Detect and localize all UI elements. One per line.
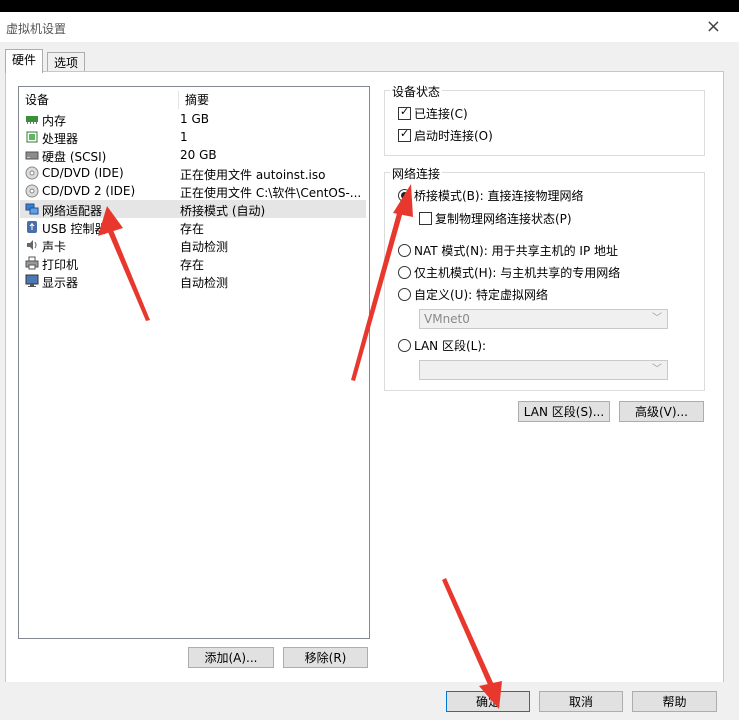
device-row-network-adapter[interactable]: 网络适配器 桥接模式 (自动) bbox=[20, 200, 366, 218]
device-summary: 自动检测 bbox=[180, 276, 229, 290]
display-icon bbox=[25, 274, 39, 287]
host-only-label[interactable]: 仅主机模式(H): 与主机共享的专用网络 bbox=[414, 264, 620, 281]
checkmark-icon: ✓ bbox=[400, 105, 410, 118]
device-row-cd-dvd[interactable]: CD/DVD (IDE) 正在使用文件 autoinst.iso bbox=[20, 164, 366, 182]
lan-segment-select[interactable]: ﹀ bbox=[419, 360, 668, 380]
screen-top-edge bbox=[0, 0, 739, 12]
device-row-cd-dvd-2[interactable]: CD/DVD 2 (IDE) 正在使用文件 C:\软件\CentOS-... bbox=[20, 182, 366, 200]
network-connection-group bbox=[384, 172, 705, 391]
device-name: CD/DVD 2 (IDE) bbox=[42, 184, 136, 198]
cancel-button[interactable]: 取消 bbox=[539, 691, 623, 712]
column-summary[interactable]: 摘要 bbox=[185, 91, 209, 108]
title-bar: 虚拟机设置 × bbox=[0, 12, 739, 42]
checkmark-icon: ✓ bbox=[400, 127, 410, 140]
lan-segment-radio[interactable] bbox=[398, 339, 411, 352]
column-device[interactable]: 设备 bbox=[25, 91, 49, 108]
network-adapter-icon bbox=[25, 203, 39, 215]
device-summary: 正在使用文件 autoinst.iso bbox=[180, 168, 326, 182]
printer-icon bbox=[25, 256, 39, 270]
device-row-processor[interactable]: 处理器 1 bbox=[20, 128, 366, 146]
add-device-button[interactable]: 添加(A)... bbox=[188, 647, 274, 668]
close-icon[interactable]: × bbox=[706, 16, 721, 37]
window-title: 虚拟机设置 bbox=[6, 22, 67, 36]
connect-at-power-on-label[interactable]: 启动时连接(O) bbox=[414, 127, 493, 144]
dialog-footer bbox=[0, 682, 739, 720]
device-name: 声卡 bbox=[42, 240, 67, 254]
device-summary: 正在使用文件 C:\软件\CentOS-... bbox=[180, 186, 362, 200]
usb-icon bbox=[27, 221, 37, 233]
harddisk-icon bbox=[25, 151, 39, 160]
ok-button[interactable]: 确定 bbox=[446, 691, 530, 712]
host-only-radio[interactable] bbox=[398, 266, 411, 279]
connected-label[interactable]: 已连接(C) bbox=[414, 105, 468, 122]
processor-icon bbox=[26, 131, 38, 143]
memory-icon bbox=[26, 116, 38, 124]
device-summary: 1 GB bbox=[180, 112, 209, 126]
radio-selected-dot bbox=[401, 192, 408, 199]
device-row-sound[interactable]: 声卡 自动检测 bbox=[20, 236, 366, 254]
device-name: 打印机 bbox=[42, 258, 79, 272]
bridged-label[interactable]: 桥接模式(B): 直接连接物理网络 bbox=[414, 187, 583, 204]
device-list-header: 设备 摘要 bbox=[25, 91, 365, 109]
device-summary: 自动检测 bbox=[180, 240, 229, 254]
network-connection-title: 网络连接 bbox=[390, 165, 443, 182]
device-row-harddisk[interactable]: 硬盘 (SCSI) 20 GB bbox=[20, 146, 366, 164]
nat-radio[interactable] bbox=[398, 244, 411, 257]
chevron-down-icon: ﹀ bbox=[652, 364, 662, 375]
device-row-display[interactable]: 显示器 自动检测 bbox=[20, 272, 366, 290]
device-status-title: 设备状态 bbox=[390, 83, 443, 100]
device-name: 网络适配器 bbox=[42, 204, 103, 218]
advanced-button[interactable]: 高级(V)... bbox=[619, 401, 704, 422]
tab-options[interactable]: 选项 bbox=[47, 52, 86, 73]
column-separator bbox=[178, 91, 179, 109]
device-row-memory[interactable]: 内存 1 GB bbox=[20, 110, 366, 128]
cd-icon bbox=[25, 184, 39, 198]
lan-segment-label[interactable]: LAN 区段(L): bbox=[414, 337, 486, 354]
device-summary: 存在 bbox=[180, 258, 205, 272]
device-name: 处理器 bbox=[42, 132, 79, 146]
help-button[interactable]: 帮助 bbox=[632, 691, 717, 712]
device-name: USB 控制器 bbox=[42, 222, 107, 236]
custom-network-value: VMnet0 bbox=[424, 312, 470, 326]
bridged-radio[interactable] bbox=[398, 189, 411, 202]
nat-label[interactable]: NAT 模式(N): 用于共享主机的 IP 地址 bbox=[414, 242, 618, 259]
device-summary: 桥接模式 (自动) bbox=[180, 204, 266, 218]
device-name: 显示器 bbox=[42, 276, 79, 290]
device-summary: 存在 bbox=[180, 222, 205, 236]
sound-icon bbox=[27, 240, 37, 250]
lan-segments-button[interactable]: LAN 区段(S)... bbox=[518, 401, 610, 422]
custom-radio[interactable] bbox=[398, 288, 411, 301]
device-name: 硬盘 (SCSI) bbox=[42, 150, 107, 164]
remove-device-button[interactable]: 移除(R) bbox=[283, 647, 368, 668]
chevron-down-icon: ﹀ bbox=[652, 313, 662, 324]
tab-hardware[interactable]: 硬件 bbox=[5, 49, 44, 73]
device-list[interactable]: 设备 摘要 内存 1 GB 处理器 1 硬盘 (SCSI) 20 GB CD/D… bbox=[18, 86, 370, 639]
connect-at-power-on-checkbox[interactable]: ✓ bbox=[398, 127, 411, 142]
custom-label[interactable]: 自定义(U): 特定虚拟网络 bbox=[414, 286, 548, 303]
replicate-state-label[interactable]: 复制物理网络连接状态(P) bbox=[435, 210, 572, 227]
custom-network-select[interactable]: VMnet0 ﹀ bbox=[419, 309, 668, 329]
device-name: CD/DVD (IDE) bbox=[42, 166, 124, 180]
device-row-printer[interactable]: 打印机 存在 bbox=[20, 254, 366, 272]
device-row-usb[interactable]: USB 控制器 存在 bbox=[20, 218, 366, 236]
cd-icon bbox=[25, 166, 39, 180]
connected-checkbox[interactable]: ✓ bbox=[398, 105, 411, 120]
device-summary: 1 bbox=[180, 130, 188, 144]
device-summary: 20 GB bbox=[180, 148, 217, 162]
replicate-state-checkbox[interactable] bbox=[419, 212, 432, 225]
device-name: 内存 bbox=[42, 114, 67, 128]
